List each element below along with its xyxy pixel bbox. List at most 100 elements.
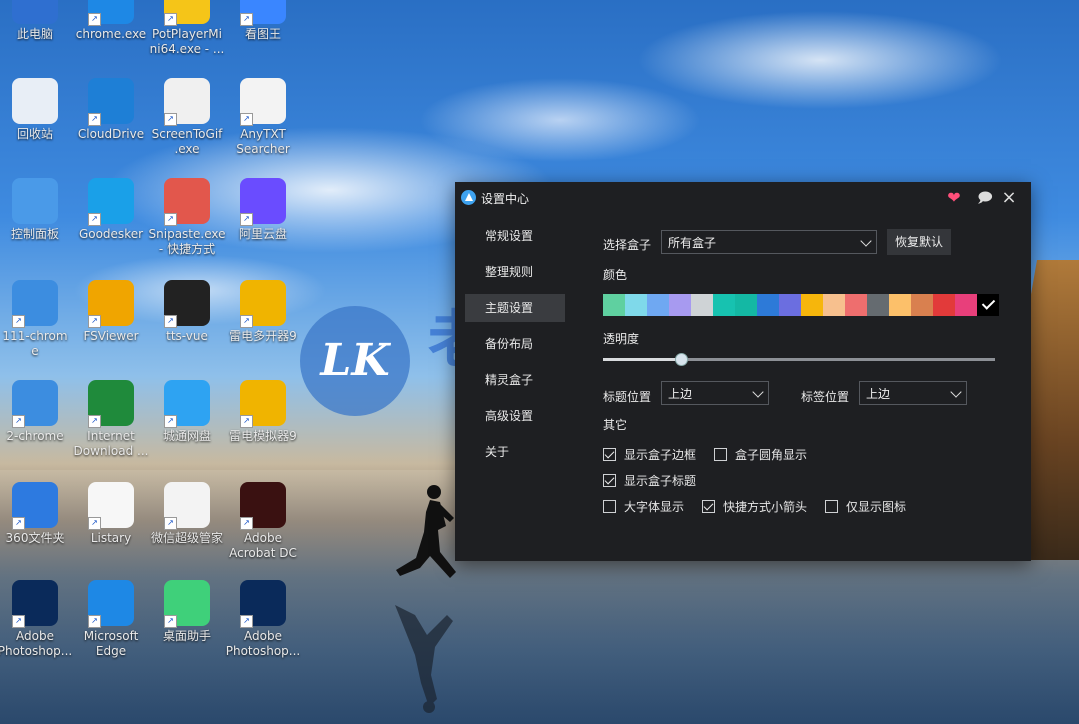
color-swatch[interactable] [691,294,713,316]
large-font-label: 大字体显示 [624,500,685,514]
desktop-icon-label: 阿里云盘 [238,227,287,241]
wechat-manager-icon: ↗ [164,482,210,530]
sidebar-item-sprite-box[interactable]: 精灵盒子 [465,366,565,394]
checkbox-box[interactable] [825,500,839,513]
shortcut-arrow-icon: ↗ [88,213,101,226]
shortcut-arrow-icon: ↗ [164,213,177,226]
color-swatch[interactable] [669,294,691,316]
desktop-icon-label: Internet Download ... [73,429,149,458]
desktop-icon-wechat-manager[interactable]: ↗ 微信超级管家 [148,482,226,546]
title-bar[interactable]: 设置中心 ❤ 🗩 × [455,182,1031,214]
desktop-icon-desktop-helper[interactable]: ↗ 桌面助手 [148,580,226,644]
desktop-icon-fsviewer[interactable]: ↗ FSViewer [72,280,150,344]
color-swatch[interactable] [625,294,647,316]
checkbox-box[interactable] [603,448,616,461]
color-swatch[interactable] [977,294,999,316]
title-position-select[interactable]: 上边 [661,381,769,405]
desktop-icon-label: 控制面板 [10,227,59,241]
color-swatch[interactable] [647,294,669,316]
color-swatch[interactable] [933,294,955,316]
chat-icon[interactable]: 🗩 [975,188,995,208]
desktop-icon-label: 雷电模拟器9 [229,429,297,443]
title-position-value: 上边 [668,387,693,401]
opacity-slider-handle[interactable] [675,353,689,366]
shortcut-arrow-icon: ↗ [240,315,253,328]
desktop-icon-photoshop[interactable]: ↗ Adobe Photoshop... [0,580,74,659]
desktop-icon-idm[interactable]: ↗ Internet Download ... [72,380,150,459]
sidebar-item-backup[interactable]: 备份布局 [465,330,565,358]
color-swatch[interactable] [801,294,823,316]
desktop-icon-screentogif[interactable]: ↗ ScreenToGif .exe [148,78,226,157]
show-title-checkbox[interactable]: 显示盒子标题 [603,472,696,489]
close-icon[interactable]: × [999,188,1019,208]
tag-position-label: 标签位置 [801,390,850,404]
desktop-icon-snipaste[interactable]: ↗ Snipaste.exe - 快捷方式 [148,178,226,257]
color-swatch[interactable] [779,294,801,316]
desktop-icon-photoshop-2[interactable]: ↗ Adobe Photoshop... [224,580,302,659]
desktop-icon-chrome[interactable]: ↗ chrome.exe [72,0,150,42]
heart-icon[interactable]: ❤ [944,188,964,208]
checkbox-box[interactable] [603,500,616,513]
color-swatch[interactable] [955,294,977,316]
large-font-checkbox[interactable]: 大字体显示 [603,498,684,515]
desktop-icon-ctfile[interactable]: ↗ 城通网盘 [148,380,226,444]
shortcut-arrow-icon: ↗ [88,517,101,530]
desktop-icon-listary[interactable]: ↗ Listary [72,482,150,546]
desktop-icon-chrome-111[interactable]: ↗ 111-chrom e [0,280,74,359]
desktop-icon-this-pc[interactable]: 此电脑 [0,0,74,42]
color-swatch[interactable] [713,294,735,316]
desktop-icon-edge[interactable]: ↗ Microsoft Edge [72,580,150,659]
sidebar-item-advanced[interactable]: 高级设置 [465,402,565,430]
checkbox-box[interactable] [702,500,716,513]
sidebar-item-about[interactable]: 关于 [465,438,565,466]
color-swatch[interactable] [889,294,911,316]
box-select[interactable]: 所有盒子 [661,230,877,254]
icon-only-checkbox[interactable]: 仅显示图标 [825,498,906,515]
color-swatch[interactable] [603,294,625,316]
opacity-label: 透明度 [603,332,640,346]
shortcut-arrow-checkbox[interactable]: 快捷方式小箭头 [702,498,807,515]
color-swatch[interactable] [823,294,845,316]
desktop-icon-potplayer[interactable]: ↗ PotPlayerMi ni64.exe - ... [148,0,226,57]
goodesker-icon: ↗ [88,178,134,226]
desktop-icon-clouddrive[interactable]: ↗ CloudDrive [72,78,150,142]
color-swatch[interactable] [911,294,933,316]
color-swatch[interactable] [845,294,867,316]
reset-default-button[interactable]: 恢复默认 [887,229,951,255]
listary-icon: ↗ [88,482,134,530]
desktop-icon-aliyun-drive[interactable]: ↗ 阿里云盘 [224,178,302,242]
show-border-checkbox[interactable]: 显示盒子边框 [603,446,696,463]
desktop-icon-control-panel[interactable]: 控制面板 [0,178,74,242]
desktop-icon-ldplayer[interactable]: ↗ 雷电模拟器9 [224,380,302,444]
screentogif-icon: ↗ [164,78,210,126]
color-swatch[interactable] [757,294,779,316]
desktop-icon-picture-viewer[interactable]: ↗ 看图王 [224,0,302,42]
color-swatch[interactable] [867,294,889,316]
chrome-icon: ↗ [88,0,134,26]
desktop-icon-acrobat[interactable]: ↗ Adobe Acrobat DC [224,482,302,561]
opacity-slider[interactable] [603,353,995,366]
desktop-icon-tts-vue[interactable]: ↗ tts-vue [148,280,226,344]
desktop-icon-label: 回收站 [16,127,53,141]
desktop-icon-anytxt[interactable]: ↗ AnyTXT Searcher [224,78,302,157]
sidebar-item-theme[interactable]: 主题设置 [465,294,565,322]
show-border-label: 显示盒子边框 [624,448,697,462]
checkbox-box[interactable] [714,448,728,461]
desktop-icon-goodesker[interactable]: ↗ Goodesker [72,178,150,242]
rounded-corners-checkbox[interactable]: 盒子圆角显示 [714,446,807,463]
desktop-icon-label: Adobe Photoshop... [225,629,301,658]
ldmultiplayer-icon: ↗ [240,280,286,328]
color-swatch[interactable] [735,294,757,316]
control-panel-icon [12,178,58,224]
desktop-icon-ldmultiplayer[interactable]: ↗ 雷电多开器9 [224,280,302,344]
sidebar-item-general[interactable]: 常规设置 [465,222,565,250]
tag-position-select[interactable]: 上边 [859,381,967,405]
settings-sidebar: 常规设置 整理规则 主题设置 备份布局 精灵盒子 高级设置 关于 [465,222,565,474]
chevron-down-icon [860,235,872,247]
sidebar-item-rules[interactable]: 整理规则 [465,258,565,286]
desktop-icon-chrome-2[interactable]: ↗ 2-chrome [0,380,74,444]
checkbox-box[interactable] [603,474,616,487]
desktop-icon-label: 2-chrome [6,429,64,443]
desktop-icon-folder-360[interactable]: ↗ 360文件夹 [0,482,74,546]
desktop-icon-recycle-bin[interactable]: 回收站 [0,78,74,142]
